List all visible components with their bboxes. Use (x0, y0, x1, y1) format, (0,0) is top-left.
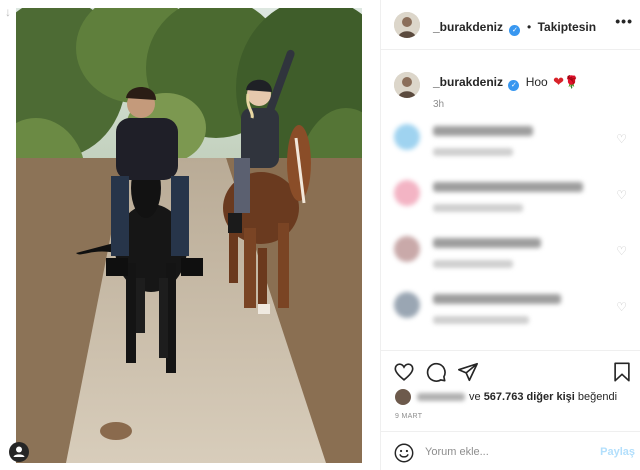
caption-line: _burakdeniz ✓ Hoo ❤🌹 (433, 74, 579, 91)
list-item: ♡ (381, 230, 640, 282)
post-sidebar: _burakdeniz ✓ • Takiptesin ••• _burakden… (380, 0, 640, 470)
likes-suffix: diğer kişi (526, 391, 575, 403)
heart-outline-icon[interactable]: ♡ (616, 188, 627, 202)
add-comment-bar: Paylaş (381, 431, 640, 470)
arrow-down-icon[interactable]: ↓ (5, 6, 11, 18)
post-photo[interactable] (16, 8, 362, 463)
comment-meta-blurred (433, 316, 529, 324)
user-tag-icon[interactable] (9, 442, 29, 462)
instagram-post: ↓ _burakdeniz ✓ • Takiptesin ••• _burakd… (0, 0, 640, 470)
comment-avatar[interactable] (394, 124, 420, 150)
post-date[interactable]: 9 MART (395, 413, 422, 420)
comment-meta-blurred (433, 204, 523, 212)
caption-text: Hoo (525, 75, 548, 89)
post-actions: ve 567.763 diğer kişi beğendi 9 MART Yor… (381, 350, 640, 470)
liker-username-blurred[interactable] (417, 393, 465, 401)
post-header: _burakdeniz ✓ • Takiptesin ••• (381, 0, 640, 50)
heart-outline-icon[interactable]: ♡ (616, 300, 627, 314)
rose-emoji-icon: 🌹 (563, 75, 579, 89)
likes-text[interactable]: ve 567.763 diğer kişi beğendi (469, 391, 617, 403)
bookmark-icon[interactable] (611, 361, 633, 383)
comment-meta-blurred (433, 148, 513, 156)
likes-verb: beğendi (577, 391, 618, 403)
header-user-block: _burakdeniz ✓ • Takiptesin (433, 18, 596, 36)
follow-status-button[interactable]: Takiptesin (538, 20, 596, 34)
list-item: ♡ (381, 286, 640, 338)
heart-outline-icon[interactable]: ♡ (616, 244, 627, 258)
paper-plane-icon[interactable] (457, 361, 479, 383)
comment-text-blurred (433, 126, 533, 136)
list-item: ♡ (381, 118, 640, 170)
comment-text-blurred (433, 182, 583, 192)
post-comment-button[interactable]: Paylaş (600, 446, 635, 458)
comment-avatar[interactable] (394, 236, 420, 262)
riders-on-horses-illustration (16, 8, 362, 463)
comment-text-blurred (433, 294, 561, 304)
comment-input[interactable] (425, 442, 585, 462)
post-media[interactable]: ↓ (0, 0, 380, 470)
caption-avatar[interactable] (394, 72, 420, 98)
comment-avatar[interactable] (394, 292, 420, 318)
heart-emoji-icon: ❤ (553, 74, 564, 89)
verified-badge-icon: ✓ (509, 25, 521, 36)
username-link[interactable]: _burakdeniz (433, 20, 503, 34)
more-options-icon[interactable]: ••• (615, 13, 633, 29)
likes-count: 567.763 (483, 391, 524, 403)
avatar[interactable] (394, 12, 420, 38)
post-caption: _burakdeniz ✓ Hoo ❤🌹 3h (381, 62, 640, 112)
likes-connector: ve (469, 391, 481, 403)
comment-text-blurred (433, 238, 541, 248)
comment-meta-blurred (433, 260, 513, 268)
list-item: ♡ (381, 174, 640, 226)
heart-outline-icon[interactable] (393, 361, 415, 383)
verified-badge-icon: ✓ (508, 80, 520, 91)
liker-avatar[interactable] (395, 389, 411, 405)
caption-timestamp[interactable]: 3h (433, 99, 444, 110)
heart-outline-icon[interactable]: ♡ (616, 132, 627, 146)
comment-bubble-icon[interactable] (425, 361, 447, 383)
smiley-icon[interactable] (393, 442, 415, 464)
comment-avatar[interactable] (394, 180, 420, 206)
separator-dot: • (526, 20, 532, 34)
caption-username-link[interactable]: _burakdeniz (433, 75, 503, 89)
